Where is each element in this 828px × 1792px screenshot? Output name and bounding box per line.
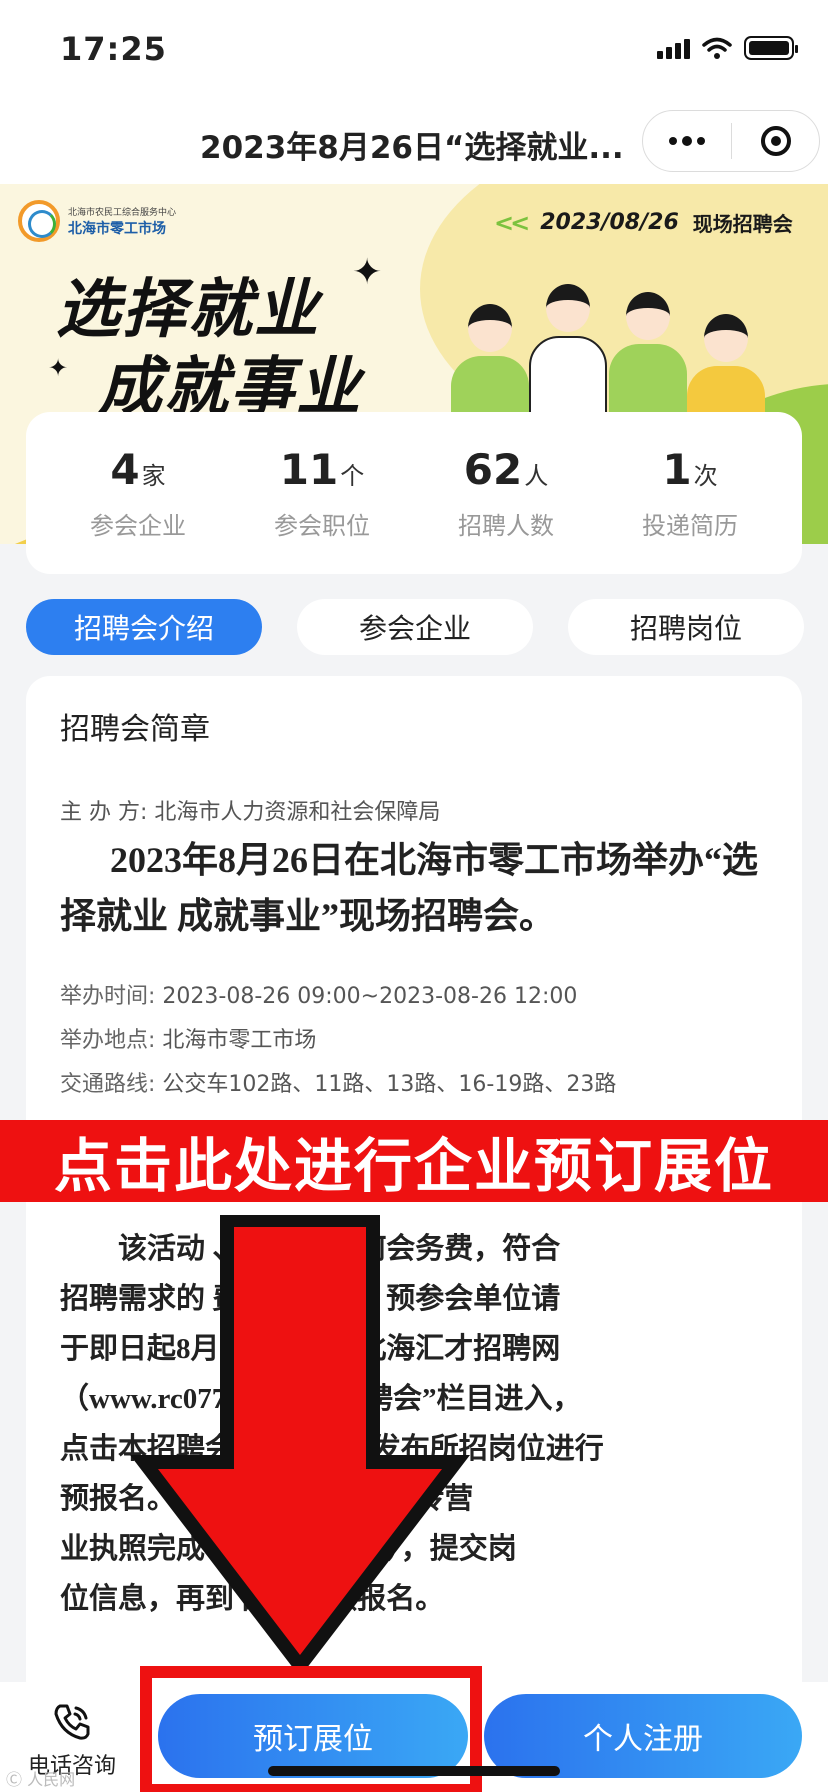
org-logo: 北海市农民工综合服务中心 北海市零工市场	[18, 200, 176, 242]
info-label: 举办时间:	[60, 984, 156, 1009]
section-title: 招聘会简章	[60, 712, 210, 747]
info-row-place: 举办地点: 北海市零工市场	[60, 1022, 316, 1054]
status-time: 17:25	[60, 30, 167, 68]
info-label: 举办地点:	[60, 1028, 156, 1053]
stat-value: 11	[279, 445, 339, 494]
stat-label: 参会企业	[90, 512, 186, 540]
stats-card: 4家 参会企业 11个 参会职位 62人 招聘人数 1次 投递简历	[26, 412, 802, 574]
organizer-line: 主 办 方: 北海市人力资源和社会保障局	[60, 800, 441, 825]
arrow-down-icon	[130, 1215, 470, 1677]
page-title: 2023年8月26日“选择就业...	[200, 130, 624, 166]
stat-label: 投递简历	[642, 512, 738, 540]
phone-icon	[54, 1704, 90, 1740]
annotation-banner: 点击此处进行企业预订展位	[0, 1120, 828, 1202]
stat-unit: 次	[693, 462, 718, 490]
tab-fair-intro[interactable]: 招聘会介绍	[26, 599, 262, 655]
nav-header: 2023年8月26日“选择就业...	[0, 96, 828, 184]
sparkle-icon: ✦	[48, 354, 69, 382]
tab-companies[interactable]: 参会企业	[297, 599, 533, 655]
watermark: Ⓒ 人民网	[6, 1770, 76, 1789]
signal-icon	[657, 37, 690, 59]
logo-icon	[18, 200, 60, 242]
info-label: 交通路线:	[60, 1072, 156, 1097]
stat-resumes: 1次 投递简历	[605, 445, 775, 541]
logo-subtitle: 北海市农民工综合服务中心	[68, 207, 177, 218]
info-value: 2023-08-26 09:00~2023-08-26 12:00	[162, 984, 578, 1009]
target-icon	[760, 126, 791, 156]
wifi-icon	[702, 37, 732, 59]
stat-companies: 4家 参会企业	[53, 445, 223, 541]
stat-unit: 个	[340, 462, 365, 490]
status-bar: 17:25	[0, 0, 828, 96]
stat-value: 62	[463, 445, 523, 494]
stat-positions: 11个 参会职位	[237, 445, 407, 541]
status-icons	[657, 36, 798, 60]
stat-headcount: 62人 招聘人数	[421, 445, 591, 541]
logo-title: 北海市零工市场	[68, 220, 166, 237]
close-miniprogram-button[interactable]	[732, 111, 819, 171]
stat-unit: 家	[141, 462, 166, 490]
info-value: 北海市零工市场	[162, 1028, 317, 1053]
info-row-route: 交通路线: 公交车102路、11路、13路、16-19路、23路	[60, 1066, 616, 1098]
tab-bar: 招聘会介绍 参会企业 招聘岗位	[26, 599, 804, 655]
info-row-time: 举办时间: 2023-08-26 09:00~2023-08-26 12:00	[60, 978, 577, 1010]
info-value: 公交车102路、11路、13路、16-19路、23路	[162, 1072, 617, 1097]
home-indicator	[268, 1766, 560, 1776]
stat-unit: 人	[524, 462, 549, 490]
stat-label: 参会职位	[274, 512, 370, 540]
sparkle-icon: ✦	[352, 252, 383, 293]
stat-label: 招聘人数	[458, 512, 554, 540]
more-options-icon[interactable]	[643, 111, 731, 171]
battery-icon	[744, 36, 798, 60]
mini-program-capsule	[642, 110, 820, 172]
stat-value: 4	[110, 445, 140, 494]
event-headline: 2023年8月26日在北海市零工市场举办“选择就业 成就事业”现场招聘会。	[60, 840, 759, 936]
annotation-text: 点击此处进行企业预订展位	[53, 1132, 774, 1200]
stat-value: 1	[662, 445, 692, 494]
tab-positions[interactable]: 招聘岗位	[568, 599, 804, 655]
